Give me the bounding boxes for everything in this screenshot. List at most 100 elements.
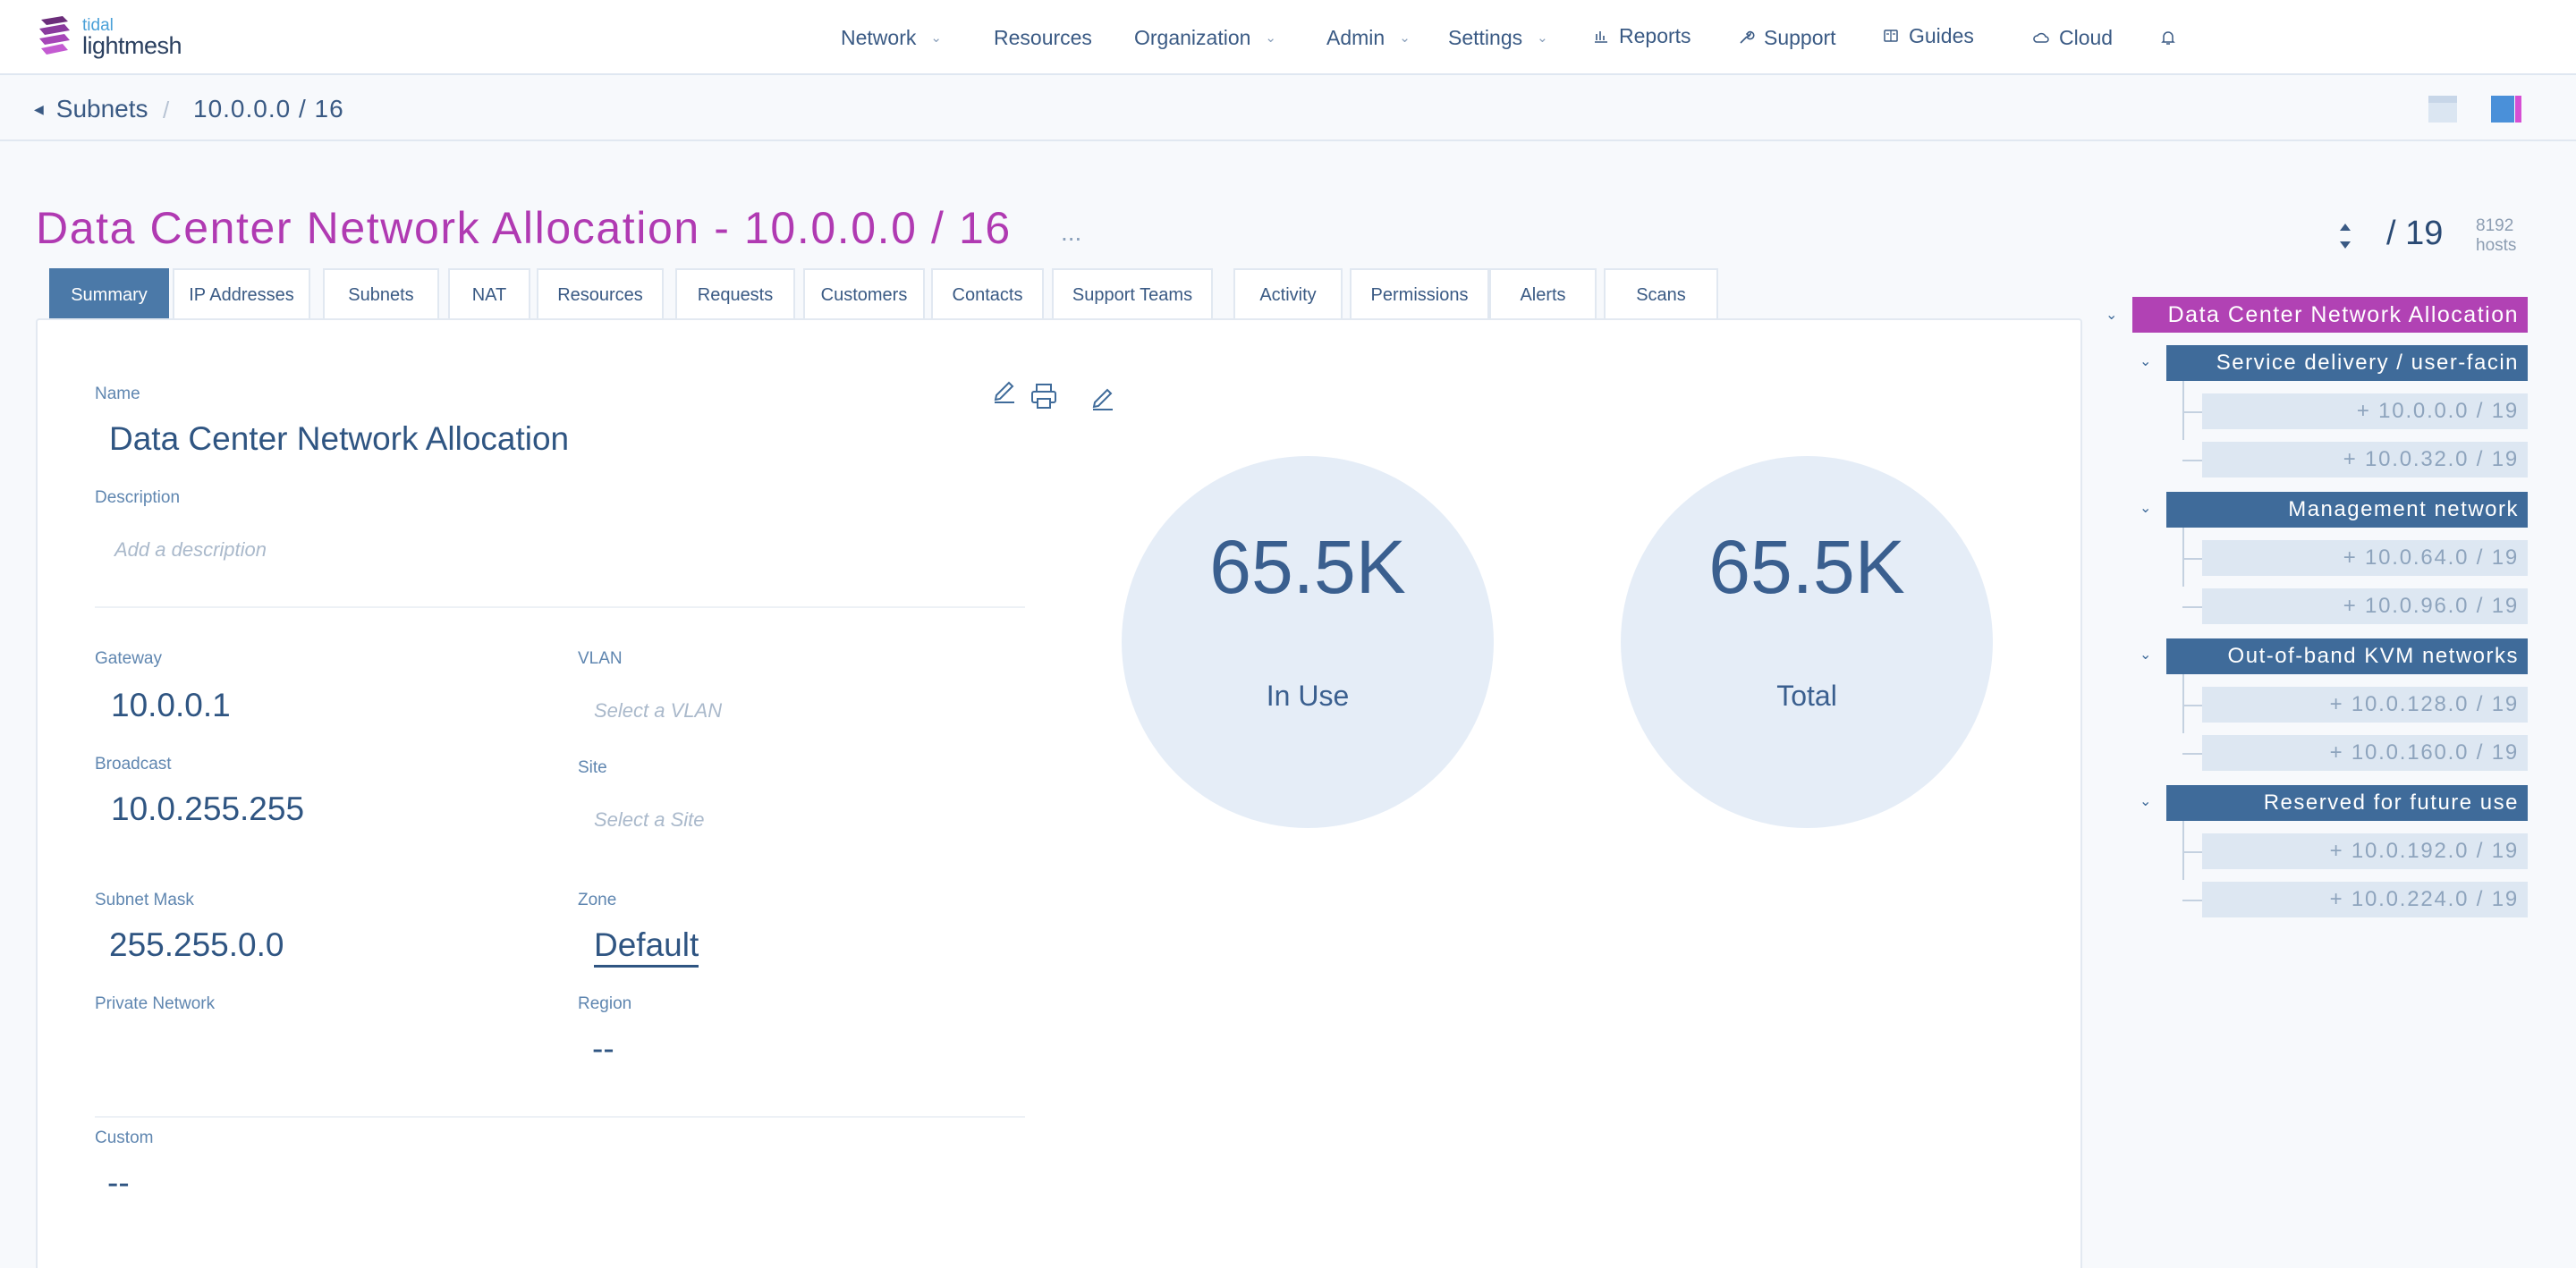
bell-icon — [2161, 31, 2175, 45]
tab-requests[interactable]: Requests — [675, 268, 795, 320]
custom-label: Custom — [95, 1129, 154, 1147]
book-icon — [1884, 30, 1898, 42]
tab-ip-addresses[interactable]: IP Addresses — [173, 268, 310, 320]
tab-resources[interactable]: Resources — [537, 268, 664, 320]
nav-settings-label: Settings — [1448, 25, 1523, 49]
tree-group-node[interactable]: Service delivery / user-facin — [2166, 345, 2528, 381]
hosts-count: 8192 hosts — [2476, 216, 2516, 256]
in-use-value: 65.5K — [1209, 525, 1406, 609]
nav-admin-label: Admin — [1326, 25, 1385, 49]
chevron-down-icon[interactable]: ⌄ — [2140, 646, 2157, 664]
chevron-down-icon: ⌄ — [1265, 30, 1276, 46]
pencil-icon[interactable] — [989, 374, 1020, 404]
chevron-down-icon[interactable]: ⌄ — [2106, 306, 2123, 324]
cloud-icon — [2033, 32, 2049, 43]
broadcast-value: 10.0.255.255 — [111, 790, 305, 827]
tree-root-node[interactable]: Data Center Network Allocation — [2132, 297, 2528, 333]
tree-leaf-node[interactable]: + 10.0.96.0 / 19 — [2202, 588, 2528, 624]
zone-value: Default — [594, 926, 699, 968]
breadcrumb-subnets-link[interactable]: ◀ Subnets — [34, 95, 148, 123]
tab-summary[interactable]: Summary — [49, 268, 169, 320]
hosts-count-label: hosts — [2476, 236, 2517, 255]
total-stat: 65.5K Total — [1621, 456, 1993, 828]
gateway-value: 10.0.0.1 — [111, 687, 231, 723]
gateway-label: Gateway — [95, 649, 162, 668]
tab-permissions[interactable]: Permissions — [1350, 268, 1489, 320]
bar-chart-icon — [1595, 31, 1607, 43]
tree-connector — [2182, 900, 2202, 901]
tab-alerts[interactable]: Alerts — [1489, 268, 1597, 320]
tab-activity[interactable]: Activity — [1233, 268, 1343, 320]
chevron-down-icon: ⌄ — [1537, 30, 1548, 46]
nav-admin[interactable]: Admin ⌄ — [1326, 23, 1411, 52]
layout-single-icon[interactable] — [2428, 95, 2458, 123]
tab-customers[interactable]: Customers — [803, 268, 925, 320]
tree-leaf-node[interactable]: + 10.0.64.0 / 19 — [2202, 540, 2528, 576]
total-value: 65.5K — [1708, 525, 1905, 609]
prefix-stepper-icon[interactable] — [2336, 218, 2354, 254]
in-use-label: In Use — [1266, 680, 1350, 712]
nav-cloud[interactable]: Cloud — [2032, 23, 2113, 52]
nav-network[interactable]: Network ⌄ — [841, 23, 942, 52]
nav-support-label: Support — [1764, 25, 1836, 49]
tree-leaf-node[interactable]: + 10.0.224.0 / 19 — [2202, 882, 2528, 917]
breadcrumb-current: 10.0.0.0 / 16 — [193, 95, 344, 123]
tree-connector — [2182, 606, 2202, 608]
notifications-button[interactable] — [2159, 23, 2177, 52]
tree-connector — [2182, 851, 2202, 853]
tree-connector — [2182, 558, 2202, 560]
breadcrumb: ◀ Subnets / 10.0.0.0 / 16 — [0, 77, 2576, 141]
tree-leaf-node[interactable]: + 10.0.32.0 / 19 — [2202, 442, 2528, 478]
printer-icon[interactable] — [1029, 381, 1059, 411]
private-network-label: Private Network — [95, 994, 216, 1013]
subnet-mask-label: Subnet Mask — [95, 891, 194, 909]
chevron-down-icon: ⌄ — [930, 30, 942, 46]
site-select[interactable]: Select a Site — [594, 808, 705, 832]
chevron-down-icon[interactable]: ⌄ — [2140, 352, 2157, 370]
tree-leaf-node[interactable]: + 10.0.128.0 / 19 — [2202, 687, 2528, 723]
description-input[interactable]: Add a description — [114, 538, 267, 562]
nav-guides[interactable]: Guides — [1882, 21, 1974, 50]
chevron-down-icon[interactable]: ⌄ — [2140, 792, 2157, 810]
subnet-tree: ⌄ Data Center Network Allocation ⌄ Servi… — [2102, 295, 2531, 921]
tree-connector — [2182, 460, 2202, 461]
section-divider — [95, 606, 1025, 608]
tab-support-teams[interactable]: Support Teams — [1052, 268, 1213, 320]
site-label: Site — [578, 758, 607, 777]
nav-reports-label: Reports — [1619, 23, 1691, 47]
nav-reports[interactable]: Reports — [1592, 21, 1691, 50]
name-value[interactable]: Data Center Network Allocation — [109, 420, 569, 458]
zone-link[interactable]: Default — [594, 926, 699, 968]
broadcast-label: Broadcast — [95, 755, 172, 773]
app-logo[interactable]: tidal lightmesh — [36, 14, 215, 61]
breadcrumb-separator: / — [163, 97, 170, 123]
tree-leaf-node[interactable]: + 10.0.192.0 / 19 — [2202, 833, 2528, 869]
nav-support[interactable]: Support — [1737, 23, 1836, 52]
layout-split-icon[interactable] — [2490, 95, 2522, 123]
pencil-icon[interactable] — [1088, 381, 1118, 411]
hosts-count-number: 8192 — [2476, 216, 2514, 235]
chevron-down-icon[interactable]: ⌄ — [2140, 499, 2157, 517]
chevron-down-icon: ⌄ — [1399, 30, 1411, 46]
nav-organization[interactable]: Organization ⌄ — [1134, 23, 1276, 52]
prefix-length: / 19 — [2386, 215, 2444, 252]
nav-resources-label: Resources — [994, 25, 1092, 49]
tree-connector — [2182, 753, 2202, 755]
tab-contacts[interactable]: Contacts — [931, 268, 1044, 320]
more-options-button[interactable]: ... — [1061, 218, 1081, 247]
nav-resources[interactable]: Resources — [994, 23, 1092, 52]
tab-subnets[interactable]: Subnets — [323, 268, 439, 320]
tab-nat[interactable]: NAT — [448, 268, 530, 320]
tree-leaf-node[interactable]: + 10.0.160.0 / 19 — [2202, 735, 2528, 771]
tree-group-node[interactable]: Management network — [2166, 492, 2528, 528]
section-divider — [95, 1116, 1025, 1118]
nav-settings[interactable]: Settings ⌄ — [1448, 23, 1548, 52]
name-label: Name — [95, 385, 140, 403]
summary-panel: Name Data Center Network Allocation Desc… — [36, 318, 2082, 1268]
tree-group-node[interactable]: Out-of-band KVM networks — [2166, 638, 2528, 674]
tree-group-node[interactable]: Reserved for future use — [2166, 785, 2528, 821]
tab-scans[interactable]: Scans — [1604, 268, 1718, 320]
brand-name: lightmesh — [82, 32, 182, 59]
tree-leaf-node[interactable]: + 10.0.0.0 / 19 — [2202, 393, 2528, 429]
vlan-select[interactable]: Select a VLAN — [594, 699, 722, 723]
